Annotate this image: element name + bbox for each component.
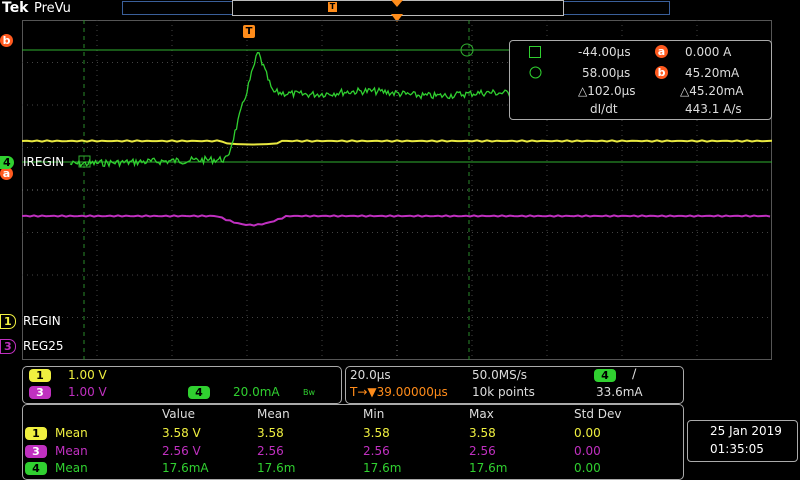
ch1-badge[interactable]: 1 — [29, 369, 51, 382]
ch3-waveform — [22, 214, 771, 227]
cursor-a-badge: a — [655, 45, 668, 58]
cursor-b-time: 58.00µs — [582, 66, 631, 80]
ch4-ground-marker[interactable]: 4 — [0, 156, 14, 169]
meas-row1-max: 3.58 — [469, 426, 496, 440]
trigger-position: T→▼39.00000µs — [350, 385, 448, 399]
ch3-label: REG25 — [23, 339, 64, 353]
meas-row2-max: 2.56 — [469, 444, 496, 458]
ch1-scale: 1.00 V — [68, 368, 107, 382]
cursor-delta-value: △45.20mA — [680, 84, 744, 98]
meas-row1-stddev: 0.00 — [574, 426, 601, 440]
sample-rate: 50.0MS/s — [472, 368, 527, 382]
col-header-value: Value — [162, 407, 195, 421]
meas-row3-ch-badge[interactable]: 4 — [25, 462, 47, 475]
time-value: 01:35:05 — [710, 442, 764, 456]
timebase-value: 20.0µs — [350, 368, 391, 382]
meas-row3-value: 17.6mA — [162, 461, 209, 475]
datetime-panel[interactable]: 25 Jan 2019 01:35:05 — [687, 420, 798, 462]
meas-row1-ch-badge[interactable]: 1 — [25, 427, 47, 440]
col-header-stddev: Std Dev — [574, 407, 622, 421]
ch4-scale: 20.0mA — [233, 385, 280, 399]
col-header-mean: Mean — [257, 407, 290, 421]
col-header-max: Max — [469, 407, 494, 421]
ch3-badge[interactable]: 3 — [29, 386, 51, 399]
cursor-b-value: 45.20mA — [685, 66, 740, 80]
vertical-settings-panel[interactable]: 1 1.00 V 3 1.00 V 4 20.0mA Bw — [22, 366, 342, 404]
cursor-a-square-icon — [529, 46, 541, 58]
cursor-b-marker[interactable]: b — [0, 34, 13, 47]
cursor-a-time: -44.00µs — [578, 45, 631, 59]
meas-row2-stddev: 0.00 — [574, 444, 601, 458]
trigger-source-badge[interactable]: 4 — [594, 369, 616, 382]
measurements-table[interactable]: Value Mean Min Max Std Dev 1 Mean 3.58 V… — [22, 404, 684, 480]
meas-row2-ch-badge[interactable]: 3 — [25, 445, 47, 458]
trigger-level: 33.6mA — [596, 385, 643, 399]
ch3-scale: 1.00 V — [68, 385, 107, 399]
meas-row2-mean: 2.56 — [257, 444, 284, 458]
meas-row2-value: 2.56 V — [162, 444, 201, 458]
ch4-label: IREGIN — [23, 155, 65, 169]
tek-logo: Tek — [2, 0, 29, 16]
trigger-marker-icon: T — [243, 25, 255, 38]
trigger-slope-icon: ∕ — [632, 367, 637, 382]
cursor-slope-label: dI/dt — [590, 102, 618, 116]
meas-row3-mean: 17.6m — [257, 461, 296, 475]
cursor-b-circle-icon — [529, 66, 542, 79]
record-length: 10k points — [472, 385, 535, 399]
date-value: 25 Jan 2019 — [710, 424, 782, 438]
meas-row3-min: 17.6m — [363, 461, 402, 475]
ch4-bandwidth-icon: Bw — [303, 388, 316, 397]
horizontal-trigger-panel[interactable]: 20.0µs 50.0MS/s 4 ∕ T→▼39.00000µs 10k po… — [345, 366, 684, 404]
meas-row1-value: 3.58 V — [162, 426, 201, 440]
meas-row2-name: Mean — [55, 444, 88, 458]
meas-row3-max: 17.6m — [469, 461, 508, 475]
meas-row1-name: Mean — [55, 426, 88, 440]
ch1-waveform — [22, 139, 772, 146]
cursor-b-badge: b — [655, 66, 668, 79]
cursor-delta-time: △102.0µs — [578, 84, 636, 98]
cursor-a-value: 0.000 A — [685, 45, 732, 59]
col-header-min: Min — [363, 407, 385, 421]
meas-row1-min: 3.58 — [363, 426, 390, 440]
ch3-ground-marker[interactable]: 3 — [0, 339, 16, 354]
meas-row1-mean: 3.58 — [257, 426, 284, 440]
cursor-readout-panel[interactable]: -44.00µs a 0.000 A 58.00µs b 45.20mA △10… — [509, 40, 772, 120]
cursor-slope-value: 443.1 A/s — [685, 102, 742, 116]
record-center-arrow-icon — [391, 0, 403, 7]
ch1-label: REGIN — [23, 314, 61, 328]
prevu-label: PreVu — [34, 1, 71, 16]
record-trigger-marker: T — [328, 2, 337, 12]
ch4-badge[interactable]: 4 — [188, 386, 210, 399]
ch1-ground-marker[interactable]: 1 — [0, 314, 16, 329]
meas-row2-min: 2.56 — [363, 444, 390, 458]
meas-row3-name: Mean — [55, 461, 88, 475]
meas-row3-stddev: 0.00 — [574, 461, 601, 475]
